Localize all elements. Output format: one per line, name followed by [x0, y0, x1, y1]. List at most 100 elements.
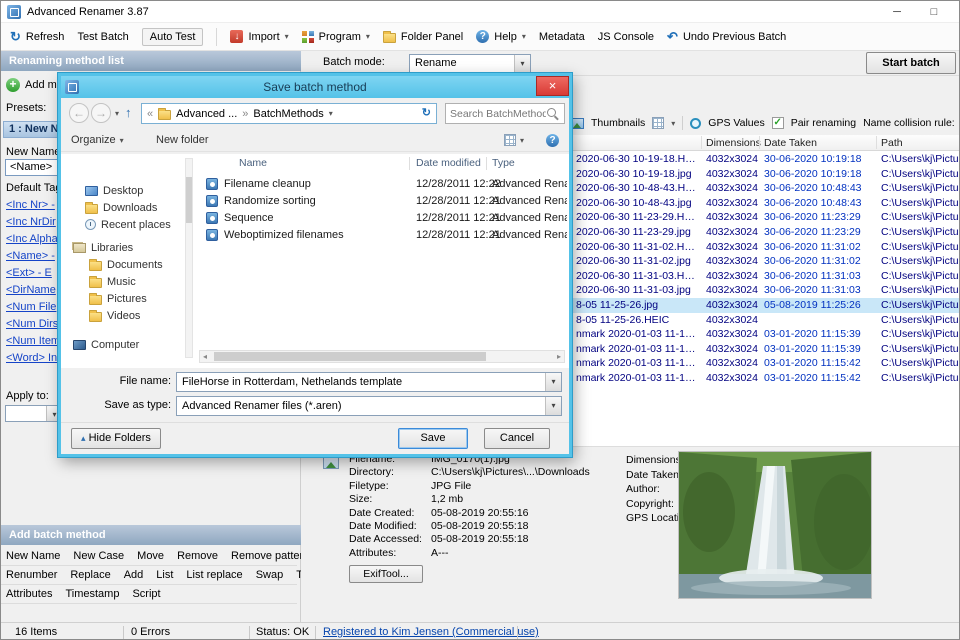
program-button[interactable]: Program ▾ — [302, 31, 370, 43]
chevron-down-icon: ▾ — [514, 55, 530, 72]
dialog-column-header[interactable]: Name Date modified Type — [197, 156, 569, 172]
history-dropdown-icon[interactable]: ▾ — [115, 109, 119, 118]
batch-mode-select[interactable]: Rename ▾ — [409, 54, 531, 73]
apply-to-select[interactable]: ▾ — [5, 405, 63, 422]
tree-item-music[interactable]: Music — [61, 273, 183, 290]
refresh-button[interactable]: ↻ Refresh — [10, 30, 64, 43]
import-button[interactable]: ↓ Import ▾ — [230, 30, 288, 43]
refresh-icon[interactable]: ↻ — [422, 107, 431, 120]
back-button[interactable]: ← — [69, 103, 89, 123]
new-folder-button[interactable]: New folder — [156, 134, 209, 146]
status-bar: 16 Items 0 Errors Status: OK Registered … — [1, 622, 960, 640]
breadcrumb-root[interactable]: Advanced ... — [176, 108, 237, 120]
tree-item-pictures[interactable]: Pictures — [61, 290, 183, 307]
add-method-script[interactable]: Script — [132, 588, 160, 600]
exiftool-button[interactable]: ExifTool... — [349, 565, 423, 583]
add-method-renumber[interactable]: Renumber — [6, 569, 57, 581]
add-method-remove[interactable]: Remove — [177, 550, 218, 562]
add-method-list[interactable]: List — [156, 569, 173, 581]
dimensions-cell: 4032x3024 — [706, 327, 761, 342]
add-method-move[interactable]: Move — [137, 550, 164, 562]
grid-view-icon[interactable] — [652, 117, 664, 129]
dialog-file-row[interactable]: Filename cleanup12/28/2011 12:22Advanced… — [61, 176, 569, 193]
maximize-button[interactable]: □ — [919, 1, 949, 23]
add-method-remove-pattern[interactable]: Remove pattern — [231, 550, 309, 562]
undo-previous-batch-button[interactable]: ↶ Undo Previous Batch — [667, 30, 786, 43]
registered-link[interactable]: Registered to Kim Jensen (Commercial use… — [323, 626, 539, 639]
dimensions-cell: 4032x3024 — [706, 283, 761, 298]
horizontal-scrollbar[interactable]: ◂ ▸ — [199, 350, 565, 363]
file-name-input[interactable] — [177, 373, 543, 391]
scroll-right-icon[interactable]: ▸ — [557, 352, 561, 362]
videos-icon — [89, 312, 102, 322]
add-method-timestamp[interactable]: Timestamp — [65, 588, 119, 600]
view-icon — [504, 134, 516, 146]
dialog-file-row[interactable]: Sequence12/28/2011 12:21Advanced Renamer — [61, 210, 569, 227]
add-method-add[interactable]: Add — [124, 569, 144, 581]
date-taken-cell: 30-06-2020 11:31:03 — [764, 283, 876, 298]
metadata-button[interactable]: Metadata — [539, 31, 585, 43]
help-button[interactable]: ? Help ▾ — [476, 30, 526, 43]
pair-renaming-checkbox[interactable]: ✓ — [772, 117, 784, 129]
save-as-type-select[interactable]: Advanced Renamer files (*.aren) ▾ — [176, 396, 562, 416]
tree-item-documents[interactable]: Documents — [61, 256, 183, 273]
hide-folders-button[interactable]: ▴Hide Folders — [71, 428, 161, 449]
forward-button[interactable]: → — [91, 103, 111, 123]
start-batch-button[interactable]: Start batch — [866, 52, 956, 74]
date-taken-cell: 30-06-2020 10:48:43 — [764, 196, 876, 211]
add-method-attributes[interactable]: Attributes — [6, 588, 52, 600]
folder-panel-button[interactable]: Folder Panel — [383, 31, 463, 43]
dialog-file-row[interactable]: Weboptimized filenames12/28/2011 12:21Ad… — [61, 227, 569, 244]
column-separator — [876, 136, 877, 149]
metadata-label: Metadata — [539, 31, 585, 43]
search-box[interactable] — [445, 103, 565, 124]
add-method-new-case[interactable]: New Case — [73, 550, 124, 562]
dialog-title-bar[interactable]: Save batch method — [61, 76, 569, 98]
gps-values-button[interactable]: GPS Values — [708, 117, 764, 129]
test-batch-button[interactable]: Test Batch — [77, 31, 128, 43]
add-method-list-replace[interactable]: List replace — [186, 569, 242, 581]
column-name[interactable]: Name — [239, 157, 267, 169]
organize-menu[interactable]: Organize ▾ — [71, 134, 124, 146]
dialog-help-button[interactable]: ? — [546, 134, 559, 147]
add-method-swap[interactable]: Swap — [256, 569, 284, 581]
toolbar-separator — [216, 28, 217, 46]
cancel-button[interactable]: Cancel — [484, 428, 550, 449]
add-method-replace[interactable]: Replace — [70, 569, 110, 581]
column-type[interactable]: Type — [492, 157, 515, 169]
add-method-new-name[interactable]: New Name — [6, 550, 60, 562]
undo-previous-batch-label: Undo Previous Batch — [683, 31, 786, 43]
column-date-taken[interactable]: Date Taken — [764, 136, 817, 150]
tree-item-computer[interactable]: Computer — [61, 336, 183, 353]
date-taken-cell: 30-06-2020 10:19:18 — [764, 152, 876, 167]
auto-test-toggle[interactable]: Auto Test — [142, 28, 204, 46]
column-date-modified[interactable]: Date modified — [416, 157, 481, 169]
pair-renaming-label: Pair renaming — [791, 117, 856, 129]
add-method-row: New NameNew CaseMoveRemoveRemove pattern — [1, 547, 297, 566]
js-console-button[interactable]: JS Console — [598, 31, 654, 43]
breadcrumb-folder[interactable]: BatchMethods — [253, 108, 323, 120]
info-row: Size:1,2 mb — [349, 493, 619, 506]
search-input[interactable] — [450, 105, 546, 122]
tree-item-videos[interactable]: Videos — [61, 307, 183, 324]
save-button[interactable]: Save — [398, 428, 468, 449]
file-name-combo[interactable]: ▾ — [176, 372, 562, 392]
dialog-close-button[interactable]: × — [536, 76, 569, 96]
breadcrumb[interactable]: « Advanced ... » BatchMethods ▾ ↻ — [141, 103, 437, 124]
thumbnails-toggle[interactable]: Thumbnails — [591, 117, 645, 129]
scroll-left-icon[interactable]: ◂ — [203, 352, 207, 362]
dimensions-cell: 4032x3024 — [706, 240, 761, 255]
view-selector[interactable]: ▾ — [504, 134, 524, 146]
info-label: Date Created: — [349, 507, 431, 520]
batch-mode-label: Batch mode: — [323, 56, 385, 68]
dialog-file-row[interactable]: Randomize sorting12/28/2011 12:21Advance… — [61, 193, 569, 210]
up-button[interactable]: ↑ — [125, 105, 132, 120]
scrollbar-thumb[interactable] — [214, 352, 486, 361]
column-path[interactable]: Path — [881, 136, 903, 150]
dialog-navigation-bar: ← → ▾ ↑ « Advanced ... » BatchMethods ▾ … — [61, 100, 569, 128]
minimize-button[interactable]: ─ — [882, 1, 912, 23]
path-cell: C:\Users\kj\Pictures — [881, 371, 960, 386]
libraries-icon — [73, 243, 86, 253]
column-dimensions[interactable]: Dimensions — [706, 136, 761, 150]
dialog-file-name: Weboptimized filenames — [224, 227, 410, 244]
